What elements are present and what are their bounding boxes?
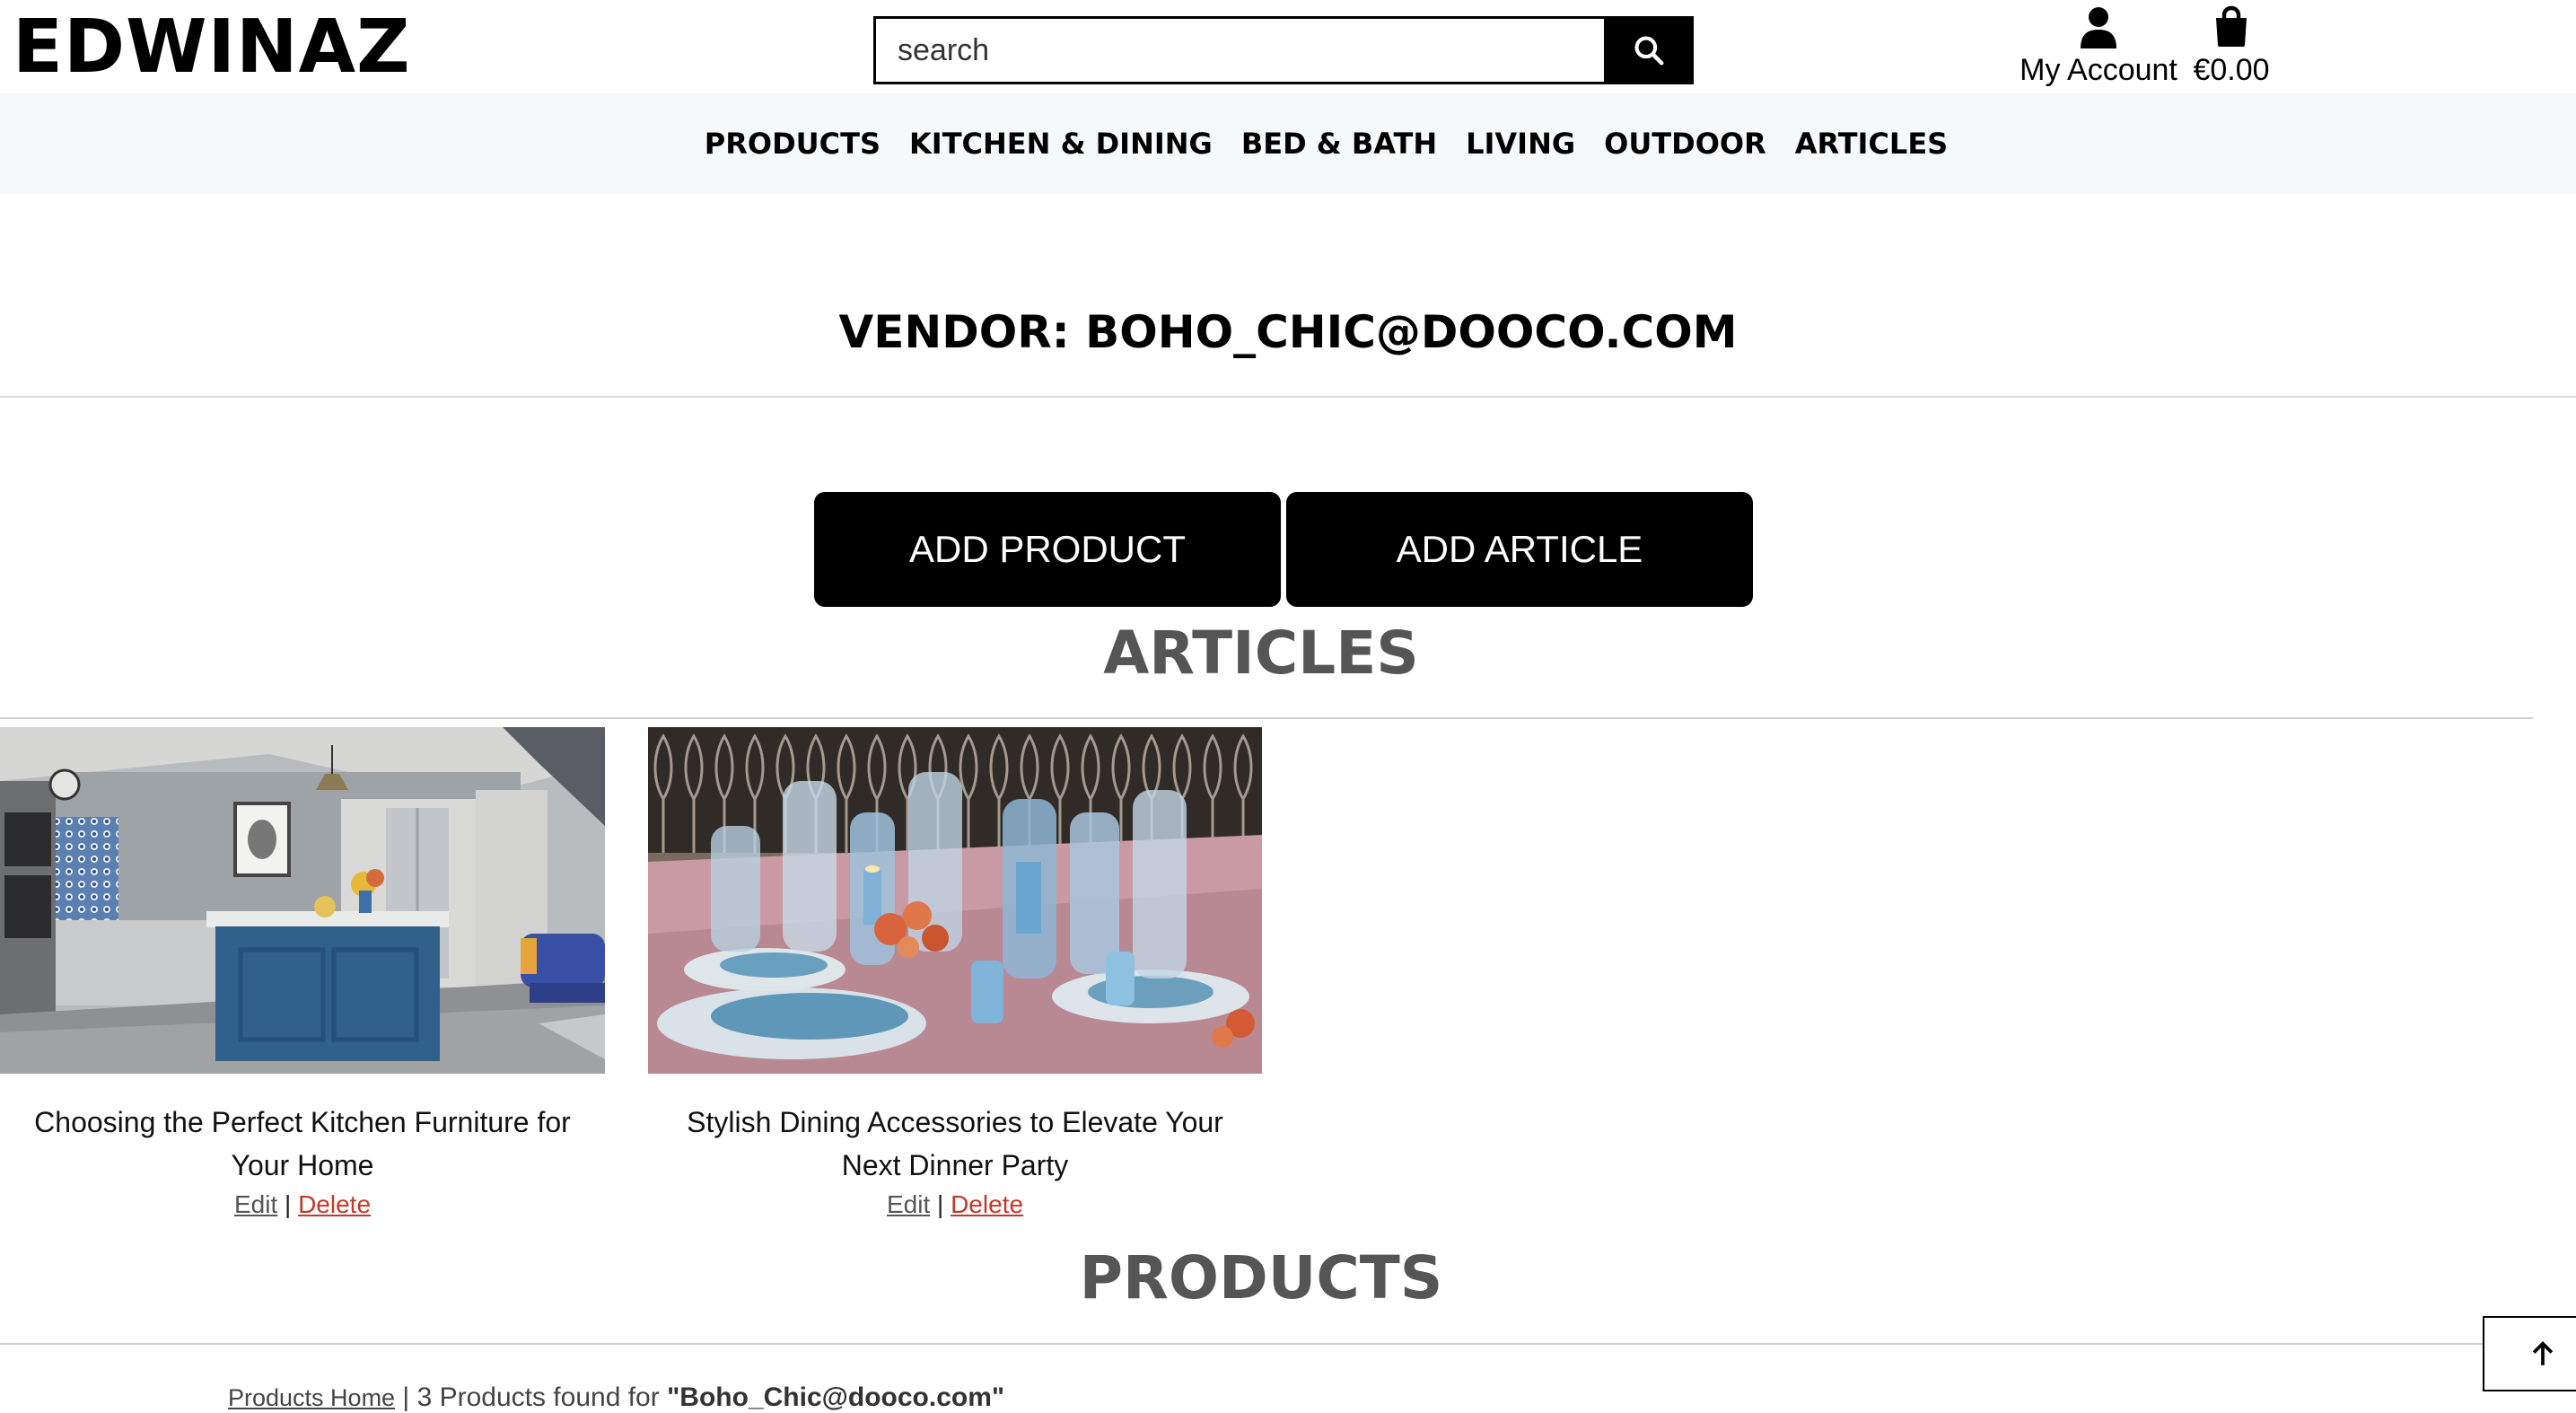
article-title-line: Next Dinner Party <box>841 1149 1069 1181</box>
action-separator: | <box>285 1190 292 1218</box>
nav-products[interactable]: PRODUCTS <box>705 127 881 161</box>
search-icon <box>1634 36 1664 66</box>
edit-article-link[interactable]: Edit <box>234 1190 277 1218</box>
article-card: Stylish Dining Accessories to Elevate Yo… <box>648 727 1262 1219</box>
delete-article-link[interactable]: Delete <box>298 1190 371 1218</box>
shopping-bag-icon <box>2216 5 2247 47</box>
article-actions: Edit | Delete <box>648 1190 1262 1219</box>
brand-logo[interactable]: EDWINAZ <box>13 7 411 88</box>
page-title: VENDOR: BOHO_CHIC@DOOCO.COM <box>838 306 1738 358</box>
article-title[interactable]: Choosing the Perfect Kitchen Furniture f… <box>0 1101 605 1187</box>
nav-kitchen-dining[interactable]: KITCHEN & DINING <box>909 127 1213 161</box>
result-count: 3 Products found for <box>416 1382 660 1412</box>
nav-living[interactable]: LIVING <box>1466 127 1575 161</box>
back-to-top-button[interactable] <box>2483 1316 2576 1391</box>
bag-total: €0.00 <box>2193 53 2270 87</box>
add-product-button[interactable]: ADD PRODUCT <box>814 492 1281 607</box>
product-result-summary: Products Home | 3 Products found for "Bo… <box>228 1382 1004 1413</box>
result-separator: | <box>402 1382 410 1412</box>
divider <box>0 1343 2576 1345</box>
delete-article-link[interactable]: Delete <box>951 1190 1023 1218</box>
arrow-up-icon <box>2532 1341 2554 1365</box>
article-title-line: Your Home <box>231 1149 374 1181</box>
article-title-line: Choosing the Perfect Kitchen Furniture f… <box>34 1106 571 1138</box>
articles-heading: ARTICLES <box>1103 619 1419 688</box>
add-article-button[interactable]: ADD ARTICLE <box>1286 492 1753 607</box>
divider <box>0 396 2576 398</box>
divider <box>0 717 2533 719</box>
search-form <box>873 16 1694 84</box>
article-title[interactable]: Stylish Dining Accessories to Elevate Yo… <box>648 1101 1262 1187</box>
my-account-label: My Account <box>2020 53 2177 87</box>
article-image-dining[interactable] <box>648 727 1262 1074</box>
main-navbar: PRODUCTS KITCHEN & DINING BED & BATH LIV… <box>0 93 2576 194</box>
article-image-kitchen[interactable] <box>0 727 605 1074</box>
nav-list: PRODUCTS KITCHEN & DINING BED & BATH LIV… <box>0 93 2576 194</box>
action-separator: | <box>937 1190 944 1218</box>
products-heading: PRODUCTS <box>1079 1243 1443 1312</box>
vendor-actions: ADD PRODUCT ADD ARTICLE <box>814 492 1753 607</box>
search-input[interactable] <box>873 16 1604 84</box>
user-icon <box>2081 7 2116 48</box>
nav-articles[interactable]: ARTICLES <box>1795 127 1948 161</box>
nav-bed-bath[interactable]: BED & BATH <box>1241 127 1437 161</box>
nav-outdoor[interactable]: OUTDOOR <box>1604 127 1766 161</box>
search-button[interactable] <box>1604 16 1694 84</box>
article-actions: Edit | Delete <box>0 1190 605 1219</box>
result-query: "Boho_Chic@dooco.com" <box>667 1382 1005 1412</box>
my-account-link[interactable]: My Account <box>2020 5 2177 95</box>
shopping-bag-link[interactable]: €0.00 <box>2193 5 2270 95</box>
article-card: Choosing the Perfect Kitchen Furniture f… <box>0 727 605 1219</box>
products-home-link[interactable]: Products Home <box>228 1384 395 1411</box>
edit-article-link[interactable]: Edit <box>887 1190 930 1218</box>
article-title-line: Stylish Dining Accessories to Elevate Yo… <box>687 1106 1223 1138</box>
